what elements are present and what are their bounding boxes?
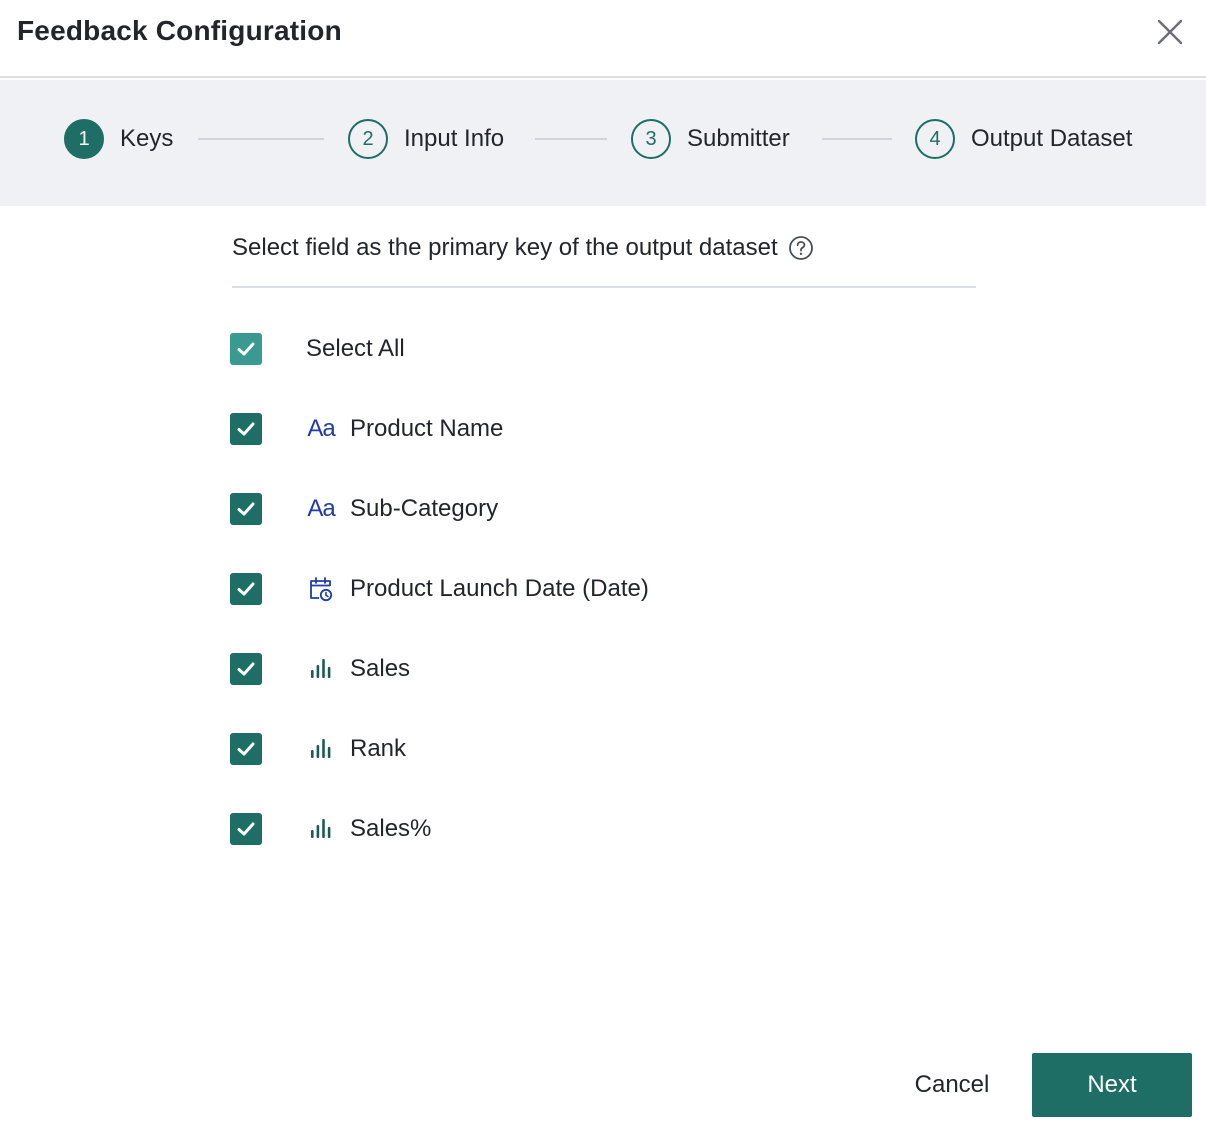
next-button[interactable]: Next — [1032, 1053, 1192, 1117]
field-checkbox[interactable] — [230, 413, 262, 445]
field-checkbox[interactable] — [230, 493, 262, 525]
step-label: Input Info — [404, 125, 505, 152]
text-type-icon: Aa — [307, 415, 335, 442]
field-row-product-name[interactable]: Aa Product Name — [230, 412, 503, 446]
measure-bar-icon — [306, 732, 336, 766]
close-icon — [1157, 19, 1183, 45]
checkmark-icon — [237, 822, 255, 836]
field-label: Sub-Category — [350, 495, 499, 522]
field-checkbox[interactable] — [230, 653, 262, 685]
field-label: Sales% — [350, 815, 432, 842]
step-number-circle: 1 — [64, 119, 104, 159]
feedback-configuration-dialog: Feedback Configuration 1 Keys 2 Input In… — [0, 0, 1206, 1134]
field-row-sub-category[interactable]: Aa Sub-Category — [230, 492, 498, 526]
primary-key-instruction: Select field as the primary key of the o… — [232, 232, 814, 264]
date-type-icon — [306, 572, 336, 606]
cancel-button[interactable]: Cancel — [896, 1054, 1008, 1116]
checkmark-icon — [237, 742, 255, 756]
field-checkbox[interactable] — [230, 733, 262, 765]
measure-bar-icon — [306, 652, 336, 686]
step-number-circle: 4 — [915, 119, 955, 159]
question-circle-icon[interactable] — [788, 235, 814, 261]
step-label: Output Dataset — [971, 125, 1133, 152]
step-label: Keys — [120, 125, 174, 152]
step-connector — [198, 138, 324, 140]
field-row-rank[interactable]: Rank — [230, 732, 406, 766]
field-label: Product Name — [350, 415, 504, 442]
checkmark-icon — [237, 502, 255, 516]
step-input-info: 2 Input Info — [348, 118, 504, 160]
instruction-text: Select field as the primary key of the o… — [232, 234, 778, 261]
step-connector — [822, 138, 892, 140]
dialog-title: Feedback Configuration — [17, 15, 342, 46]
field-row-sales-percent[interactable]: Sales% — [230, 812, 431, 846]
section-divider — [232, 286, 976, 288]
step-submitter: 3 Submitter — [631, 118, 790, 160]
field-label: Rank — [350, 735, 407, 762]
step-keys: 1 Keys — [64, 118, 173, 160]
dialog-header: Feedback Configuration — [0, 0, 1206, 78]
step-output-dataset: 4 Output Dataset — [915, 118, 1132, 160]
checkmark-icon — [237, 342, 255, 356]
field-row-sales[interactable]: Sales — [230, 652, 410, 686]
text-type-icon: Aa — [307, 495, 335, 522]
select-all-checkbox[interactable] — [230, 333, 262, 365]
step-number-circle: 3 — [631, 119, 671, 159]
checkmark-icon — [237, 422, 255, 436]
field-label: Product Launch Date (Date) — [350, 575, 649, 602]
step-label: Submitter — [687, 125, 790, 152]
select-all-row[interactable]: Select All — [230, 332, 405, 366]
close-button[interactable] — [1152, 14, 1188, 50]
select-all-label: Select All — [306, 335, 405, 362]
field-row-product-launch-date[interactable]: Product Launch Date (Date) — [230, 572, 649, 606]
stepper: 1 Keys 2 Input Info 3 Submitter 4 Output… — [0, 80, 1206, 206]
step-number-circle: 2 — [348, 119, 388, 159]
field-checkbox[interactable] — [230, 813, 262, 845]
field-label: Sales — [350, 655, 411, 682]
step-connector — [535, 138, 607, 140]
checkmark-icon — [237, 582, 255, 596]
measure-bar-icon — [306, 812, 336, 846]
field-checkbox[interactable] — [230, 573, 262, 605]
checkmark-icon — [237, 662, 255, 676]
